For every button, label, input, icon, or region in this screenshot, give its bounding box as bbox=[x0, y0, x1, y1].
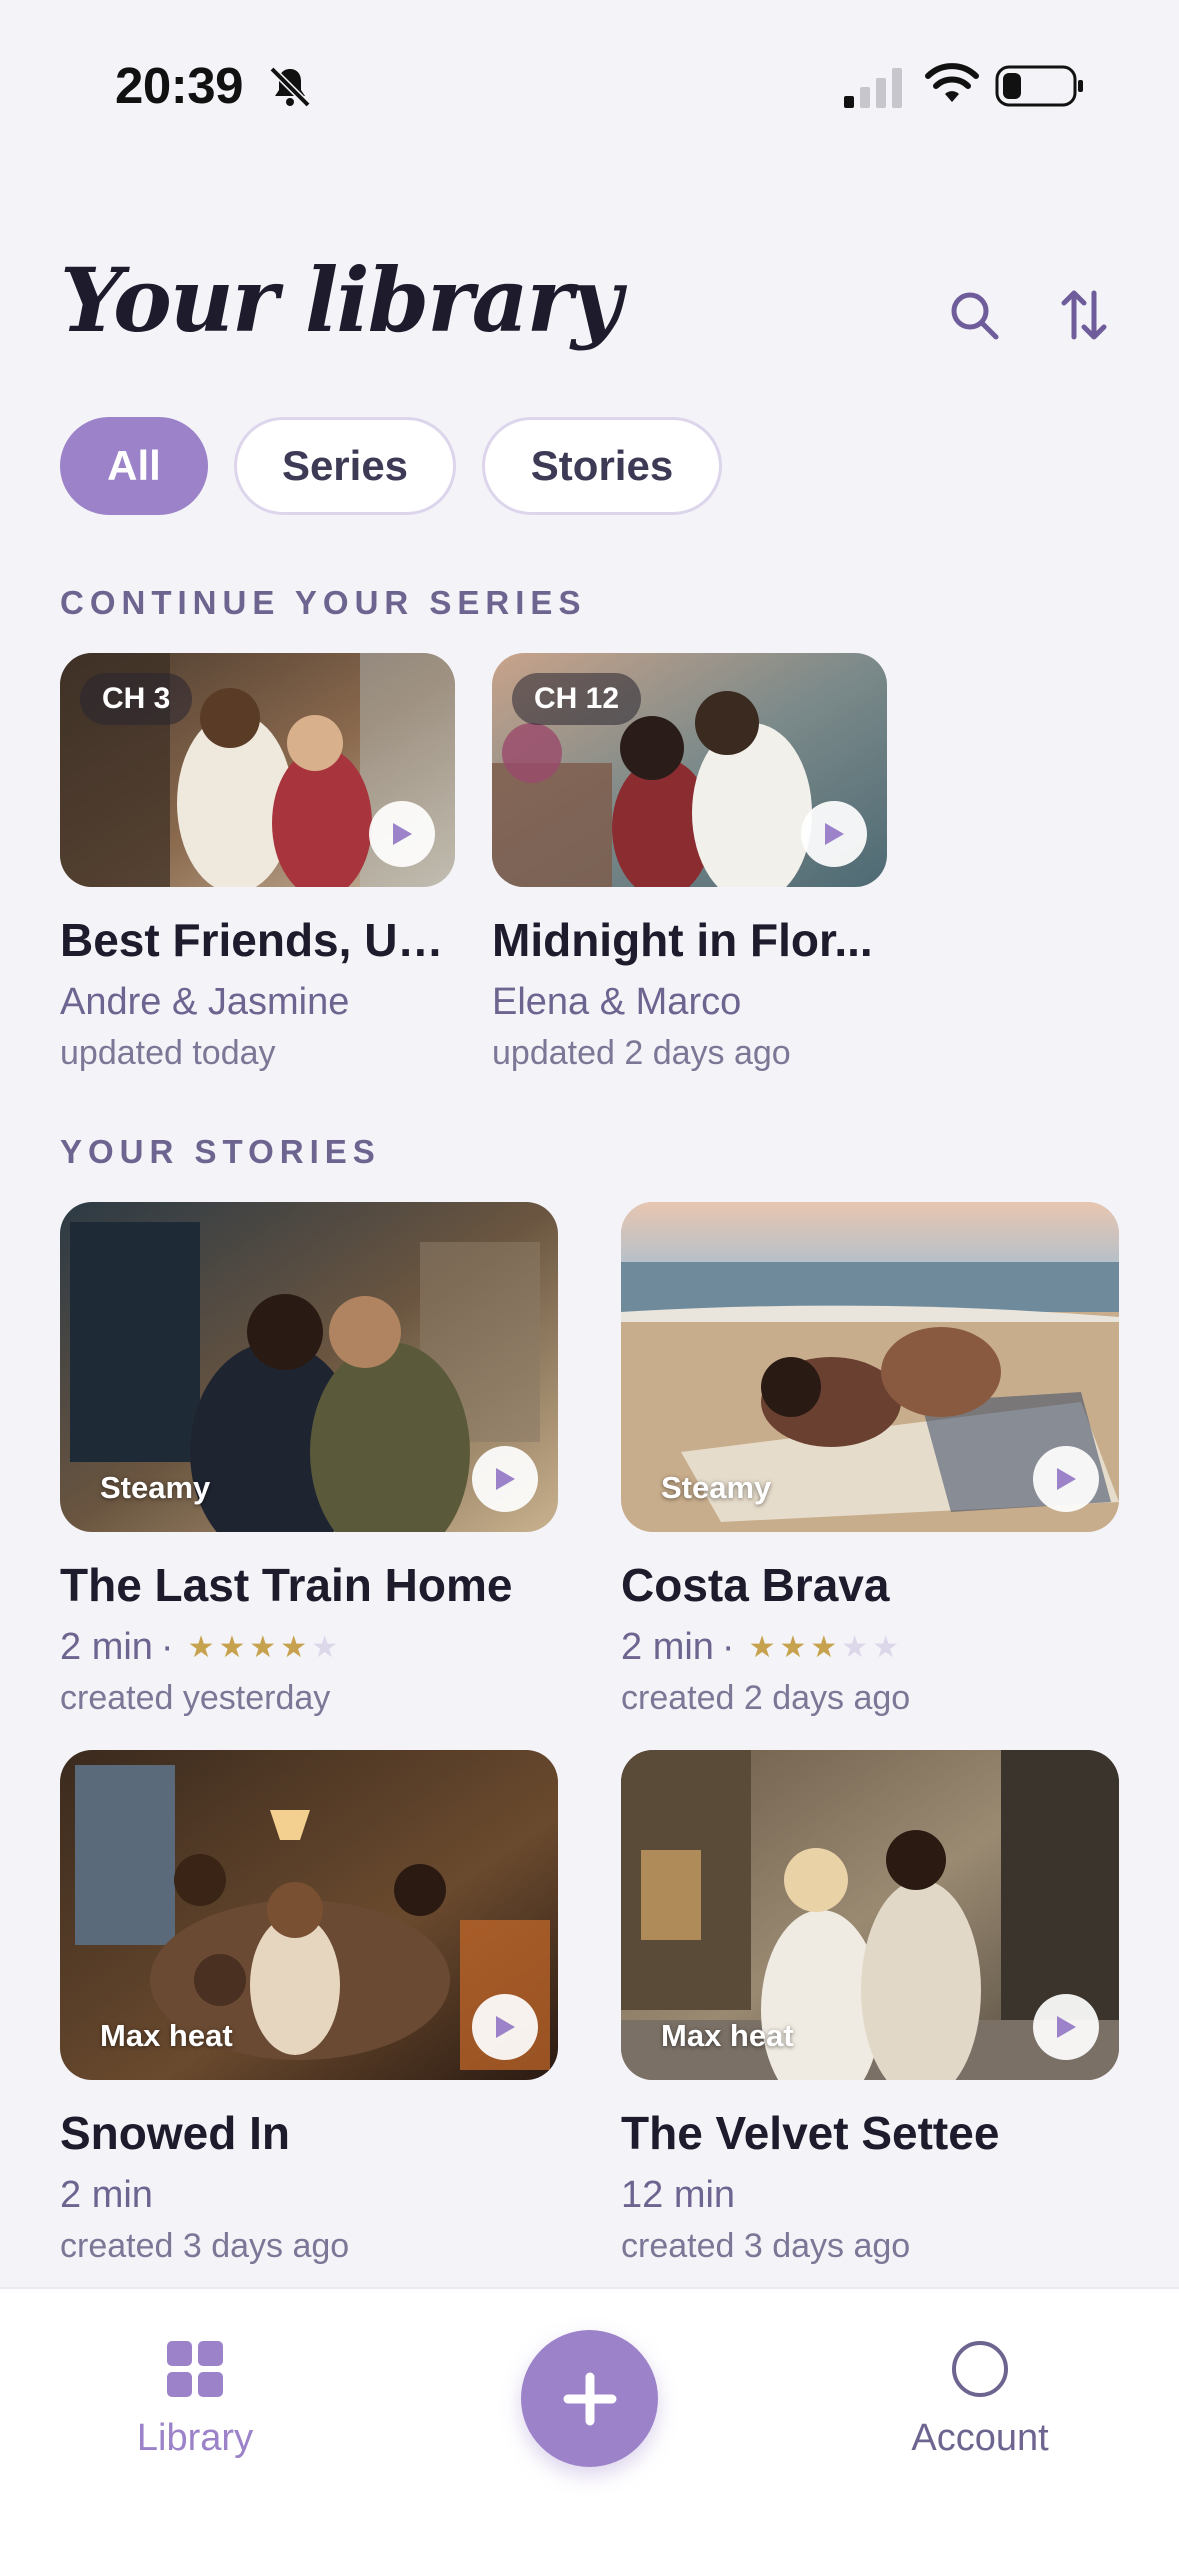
play-icon bbox=[825, 823, 844, 845]
nav-library[interactable]: Library bbox=[120, 2339, 270, 2460]
story-card[interactable]: Steamy Costa Brava 2 min · ★ ★ ★ ★ ★ created… bbox=[621, 1202, 1119, 1718]
series-title: Midnight in Flor... bbox=[492, 914, 873, 966]
series-updated: updated today bbox=[60, 1034, 276, 1072]
plus-icon bbox=[563, 2372, 616, 2425]
create-button[interactable] bbox=[521, 2330, 658, 2467]
star-filled-icon: ★ bbox=[748, 1631, 776, 1664]
chapter-badge: CH 12 bbox=[512, 673, 642, 725]
story-info-row: 2 min · ★ ★ ★ ★ ★ bbox=[60, 1626, 558, 1669]
story-duration: 2 min bbox=[60, 1626, 153, 1668]
series-characters: Elena & Marco bbox=[492, 981, 742, 1023]
heat-level-label: Steamy bbox=[100, 1470, 211, 1505]
star-empty-icon: ★ bbox=[872, 1631, 900, 1664]
separator-dot: · bbox=[160, 1626, 174, 1668]
search-button[interactable] bbox=[934, 275, 1014, 355]
play-button[interactable] bbox=[472, 1994, 538, 2060]
account-circle-icon bbox=[952, 2341, 1008, 2397]
play-button[interactable] bbox=[369, 801, 435, 867]
signal-icon bbox=[844, 68, 902, 108]
play-icon bbox=[1057, 2016, 1076, 2038]
status-bar: 20:39 bbox=[0, 0, 1179, 175]
sort-arrows-icon bbox=[1061, 290, 1107, 340]
star-filled-icon: ★ bbox=[779, 1631, 807, 1664]
series-updated: updated 2 days ago bbox=[492, 1034, 791, 1072]
story-thumbnail: Steamy bbox=[621, 1202, 1119, 1532]
page-title: Your library bbox=[60, 248, 622, 352]
star-filled-icon: ★ bbox=[280, 1631, 308, 1664]
star-filled-icon: ★ bbox=[249, 1631, 277, 1664]
story-created: created 3 days ago bbox=[60, 2227, 350, 2265]
story-thumbnail: Max heat bbox=[60, 1750, 558, 2080]
story-info-row: 2 min · ★ ★ ★ ★ ★ bbox=[621, 1626, 1119, 1669]
grid-icon bbox=[167, 2341, 223, 2397]
star-empty-icon: ★ bbox=[841, 1631, 869, 1664]
series-title: Best Friends, Un... bbox=[60, 914, 455, 966]
chapter-badge: CH 3 bbox=[80, 673, 193, 725]
chip-stories[interactable]: Stories bbox=[482, 417, 722, 515]
story-title: The Last Train Home bbox=[60, 1559, 513, 1611]
play-button[interactable] bbox=[1033, 1446, 1099, 1512]
story-created: created yesterday bbox=[60, 1679, 331, 1717]
series-card[interactable]: CH 3 Best Friends, Un... Andre & Jasmine… bbox=[60, 653, 455, 1073]
rating-stars: ★ ★ ★ ★ ★ bbox=[188, 1630, 339, 1665]
nav-account[interactable]: Account bbox=[895, 2339, 1065, 2460]
status-time: 20:39 bbox=[115, 57, 243, 114]
play-button[interactable] bbox=[801, 801, 867, 867]
nav-account-label: Account bbox=[911, 2417, 1049, 2459]
play-icon bbox=[393, 823, 412, 845]
wifi-icon bbox=[925, 63, 979, 102]
bell-slash-icon bbox=[269, 66, 311, 108]
play-icon bbox=[496, 2016, 515, 2038]
search-icon bbox=[951, 292, 999, 340]
heat-level-label: Steamy bbox=[661, 1470, 772, 1505]
bottom-nav: Library Account bbox=[0, 2287, 1179, 2556]
chip-all[interactable]: All bbox=[60, 417, 208, 515]
play-icon bbox=[496, 1468, 515, 1490]
series-card[interactable]: CH 12 Midnight in Flor... Elena & Marco … bbox=[492, 653, 887, 1073]
story-card[interactable]: Max heat The Velvet Settee 12 min create… bbox=[621, 1750, 1119, 2266]
play-button[interactable] bbox=[472, 1446, 538, 1512]
star-filled-icon: ★ bbox=[218, 1631, 246, 1664]
section-label-stories: YOUR STORIES bbox=[60, 1133, 381, 1170]
story-created: created 3 days ago bbox=[621, 2227, 911, 2265]
battery-icon bbox=[995, 65, 1083, 107]
story-title: The Velvet Settee bbox=[621, 2107, 1000, 2159]
star-filled-icon: ★ bbox=[810, 1631, 838, 1664]
separator-dot: · bbox=[721, 1626, 735, 1668]
series-thumbnail: CH 3 bbox=[60, 653, 455, 887]
story-title: Costa Brava bbox=[621, 1559, 890, 1611]
chip-series[interactable]: Series bbox=[234, 417, 456, 515]
series-thumbnail: CH 12 bbox=[492, 653, 887, 887]
heat-level-label: Max heat bbox=[100, 2018, 233, 2053]
sort-button[interactable] bbox=[1044, 275, 1124, 355]
story-title: Snowed In bbox=[60, 2107, 290, 2159]
star-filled-icon: ★ bbox=[187, 1631, 215, 1664]
star-empty-icon: ★ bbox=[311, 1631, 339, 1664]
rating-stars: ★ ★ ★ ★ ★ bbox=[749, 1630, 900, 1665]
section-label-continue: CONTINUE YOUR SERIES bbox=[60, 584, 587, 621]
play-button[interactable] bbox=[1033, 1994, 1099, 2060]
story-created: created 2 days ago bbox=[621, 1679, 911, 1717]
play-icon bbox=[1057, 1468, 1076, 1490]
story-card[interactable]: Steamy The Last Train Home 2 min · ★ ★ ★ ★ ★… bbox=[60, 1202, 558, 1718]
filter-chips: All Series Stories bbox=[60, 417, 722, 515]
story-duration: 2 min bbox=[60, 2174, 153, 2216]
series-characters: Andre & Jasmine bbox=[60, 981, 350, 1023]
nav-library-label: Library bbox=[136, 2417, 254, 2459]
story-thumbnail: Max heat bbox=[621, 1750, 1119, 2080]
story-thumbnail: Steamy bbox=[60, 1202, 558, 1532]
story-duration: 2 min bbox=[621, 1626, 714, 1668]
heat-level-label: Max heat bbox=[661, 2018, 794, 2053]
story-card[interactable]: Max heat Snowed In 2 min created 3 days … bbox=[60, 1750, 558, 2266]
story-duration: 12 min bbox=[621, 2174, 736, 2216]
